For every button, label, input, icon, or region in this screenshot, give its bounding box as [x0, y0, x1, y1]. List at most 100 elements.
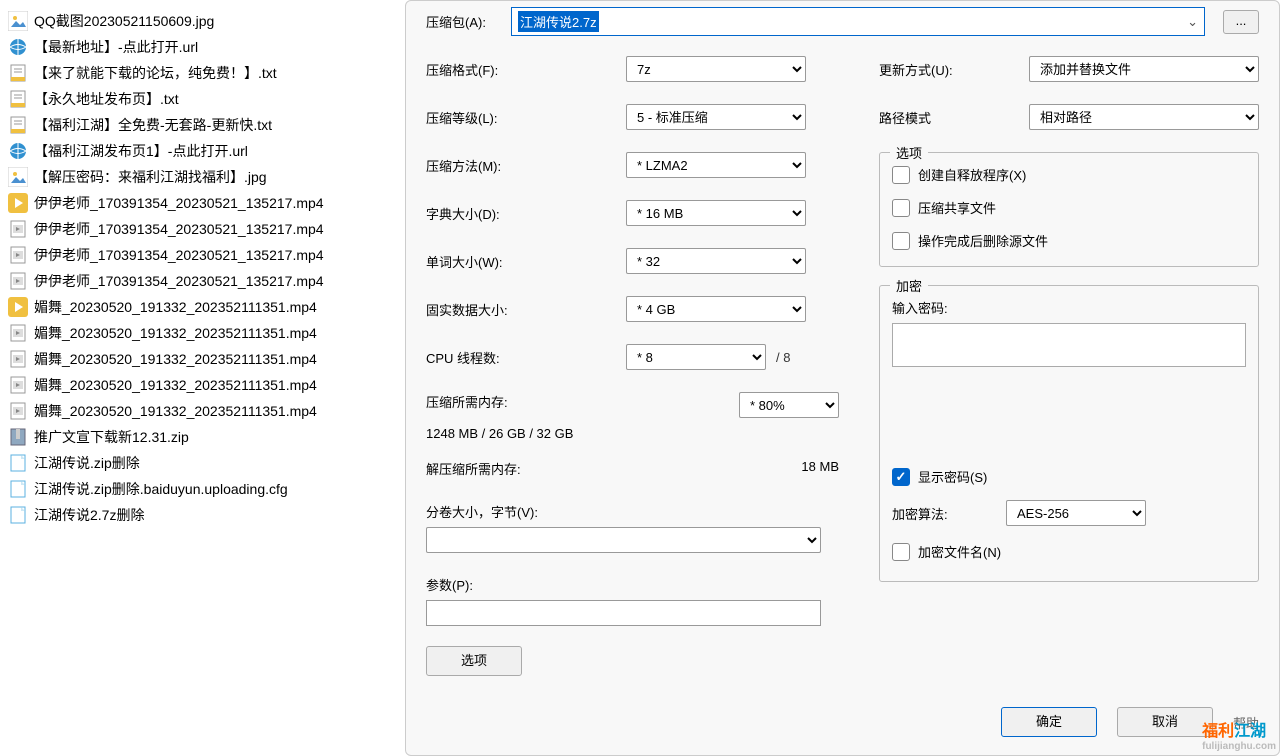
file-name: 伊伊老师_170391354_20230521_135217.mp4 — [34, 219, 324, 239]
file-name: 江湖传说.zip删除.baiduyun.uploading.cfg — [34, 479, 288, 499]
file-icon — [8, 297, 28, 317]
update-label: 更新方式(U): — [879, 60, 1029, 79]
chevron-down-icon: ⌄ — [1187, 14, 1198, 30]
file-name: 伊伊老师_170391354_20230521_135217.mp4 — [34, 271, 324, 291]
file-icon — [8, 375, 28, 395]
file-item[interactable]: 伊伊老师_170391354_20230521_135217.mp4 — [0, 216, 405, 242]
cpu-label: CPU 线程数: — [426, 348, 626, 367]
file-name: 【永久地址发布页】.txt — [34, 89, 179, 109]
file-item[interactable]: 江湖传说.zip删除 — [0, 450, 405, 476]
cpu-total: / 8 — [776, 350, 790, 365]
file-list[interactable]: QQ截图20230521150609.jpg 【最新地址】-点此打开.url 【来了… — [0, 0, 405, 756]
browse-button[interactable]: ... — [1223, 10, 1259, 34]
file-name: 媚舞_20230520_191332_202352111351.mp4 — [34, 297, 317, 317]
left-column: 压缩格式(F): 7z 压缩等级(L): 5 - 标准压缩 压缩方法(M): *… — [426, 56, 839, 676]
show-password-label: 显示密码(S) — [918, 467, 987, 486]
options-legend: 选项 — [890, 143, 928, 162]
enc-filenames-checkbox[interactable] — [892, 543, 910, 561]
params-input[interactable] — [426, 600, 821, 626]
file-item[interactable]: 伊伊老师_170391354_20230521_135217.mp4 — [0, 190, 405, 216]
file-name: 江湖传说2.7z删除 — [34, 505, 144, 525]
mem-comp-value: 1248 MB / 26 GB / 32 GB — [426, 426, 573, 441]
cpu-select[interactable]: * 8 — [626, 344, 766, 370]
file-icon — [8, 219, 28, 239]
file-item[interactable]: 【福利江湖发布页1】-点此打开.url — [0, 138, 405, 164]
level-select[interactable]: 5 - 标准压缩 — [626, 104, 806, 130]
solid-label: 固实数据大小: — [426, 300, 626, 319]
params-label: 参数(P): — [426, 575, 839, 594]
delete-checkbox[interactable] — [892, 232, 910, 250]
archive-name-combo[interactable]: 江湖传说2.7z ⌄ — [511, 7, 1205, 36]
dict-label: 字典大小(D): — [426, 204, 626, 223]
file-icon — [8, 115, 28, 135]
sfx-label: 创建自释放程序(X) — [918, 165, 1026, 184]
cancel-button[interactable]: 取消 — [1117, 707, 1213, 737]
file-name: 【福利江湖发布页1】-点此打开.url — [34, 141, 248, 161]
file-item[interactable]: 媚舞_20230520_191332_202352111351.mp4 — [0, 346, 405, 372]
file-icon — [8, 141, 28, 161]
options-button[interactable]: 选项 — [426, 646, 522, 676]
file-icon — [8, 323, 28, 343]
file-name: 【福利江湖】全免费-无套路-更新快.txt — [34, 115, 272, 135]
format-label: 压缩格式(F): — [426, 60, 626, 79]
file-item[interactable]: 媚舞_20230520_191332_202352111351.mp4 — [0, 372, 405, 398]
file-name: 媚舞_20230520_191332_202352111351.mp4 — [34, 349, 317, 369]
file-icon — [8, 427, 28, 447]
file-item[interactable]: 媚舞_20230520_191332_202352111351.mp4 — [0, 398, 405, 424]
file-item[interactable]: 江湖传说2.7z删除 — [0, 502, 405, 528]
dict-select[interactable]: * 16 MB — [626, 200, 806, 226]
watermark: 福利江湖 fulijianghu.com — [1202, 717, 1276, 752]
file-icon — [8, 245, 28, 265]
update-select[interactable]: 添加并替换文件 — [1029, 56, 1259, 82]
archive-name-value: 江湖传说2.7z — [518, 11, 599, 32]
show-password-checkbox[interactable] — [892, 468, 910, 486]
file-item[interactable]: 【最新地址】-点此打开.url — [0, 34, 405, 60]
sfx-checkbox[interactable] — [892, 166, 910, 184]
file-item[interactable]: 【解压密码：来福利江湖找福利】.jpg — [0, 164, 405, 190]
mem-comp-label: 压缩所需内存: — [426, 392, 508, 418]
file-icon — [8, 193, 28, 213]
shared-checkbox[interactable] — [892, 199, 910, 217]
file-name: QQ截图20230521150609.jpg — [34, 11, 214, 31]
word-select[interactable]: * 32 — [626, 248, 806, 274]
mem-decomp-label: 解压缩所需内存: — [426, 459, 521, 478]
file-icon — [8, 271, 28, 291]
enc-filenames-label: 加密文件名(N) — [918, 542, 1001, 561]
path-select[interactable]: 相对路径 — [1029, 104, 1259, 130]
file-item[interactable]: QQ截图20230521150609.jpg — [0, 8, 405, 34]
file-name: 伊伊老师_170391354_20230521_135217.mp4 — [34, 193, 324, 213]
enc-legend: 加密 — [890, 276, 928, 295]
file-item[interactable]: 【来了就能下载的论坛，纯免费！】.txt — [0, 60, 405, 86]
shared-label: 压缩共享文件 — [918, 198, 996, 217]
password-input[interactable] — [892, 323, 1246, 367]
file-icon — [8, 349, 28, 369]
file-item[interactable]: 媚舞_20230520_191332_202352111351.mp4 — [0, 294, 405, 320]
path-label: 路径模式 — [879, 108, 1029, 127]
file-item[interactable]: 【福利江湖】全免费-无套路-更新快.txt — [0, 112, 405, 138]
file-name: 推广文宣下载新12.31.zip — [34, 427, 189, 447]
file-item[interactable]: 推广文宣下载新12.31.zip — [0, 424, 405, 450]
volume-label: 分卷大小，字节(V): — [426, 502, 839, 521]
format-select[interactable]: 7z — [626, 56, 806, 82]
solid-select[interactable]: * 4 GB — [626, 296, 806, 322]
file-name: 【解压密码：来福利江湖找福利】.jpg — [34, 167, 267, 187]
delete-label: 操作完成后删除源文件 — [918, 231, 1048, 250]
mem-pct-select[interactable]: * 80% — [739, 392, 839, 418]
word-label: 单词大小(W): — [426, 252, 626, 271]
enc-algo-select[interactable]: AES-256 — [1006, 500, 1146, 526]
mem-decomp-value: 18 MB — [801, 459, 839, 478]
file-item[interactable]: 伊伊老师_170391354_20230521_135217.mp4 — [0, 268, 405, 294]
file-item[interactable]: 【永久地址发布页】.txt — [0, 86, 405, 112]
compress-dialog: 压缩包(A): 江湖传说2.7z ⌄ ... 压缩格式(F): 7z 压缩等级(… — [405, 0, 1280, 756]
file-name: 【来了就能下载的论坛，纯免费！】.txt — [34, 63, 277, 83]
options-fieldset: 选项 创建自释放程序(X) 压缩共享文件 操作完成后删除源文件 — [879, 152, 1259, 267]
file-item[interactable]: 媚舞_20230520_191332_202352111351.mp4 — [0, 320, 405, 346]
right-column: 更新方式(U): 添加并替换文件 路径模式 相对路径 选项 创建自释放程序(X)… — [879, 56, 1259, 676]
volume-select[interactable] — [426, 527, 821, 553]
ok-button[interactable]: 确定 — [1001, 707, 1097, 737]
method-select[interactable]: * LZMA2 — [626, 152, 806, 178]
file-icon — [8, 63, 28, 83]
file-icon — [8, 401, 28, 421]
file-item[interactable]: 伊伊老师_170391354_20230521_135217.mp4 — [0, 242, 405, 268]
file-item[interactable]: 江湖传说.zip删除.baiduyun.uploading.cfg — [0, 476, 405, 502]
